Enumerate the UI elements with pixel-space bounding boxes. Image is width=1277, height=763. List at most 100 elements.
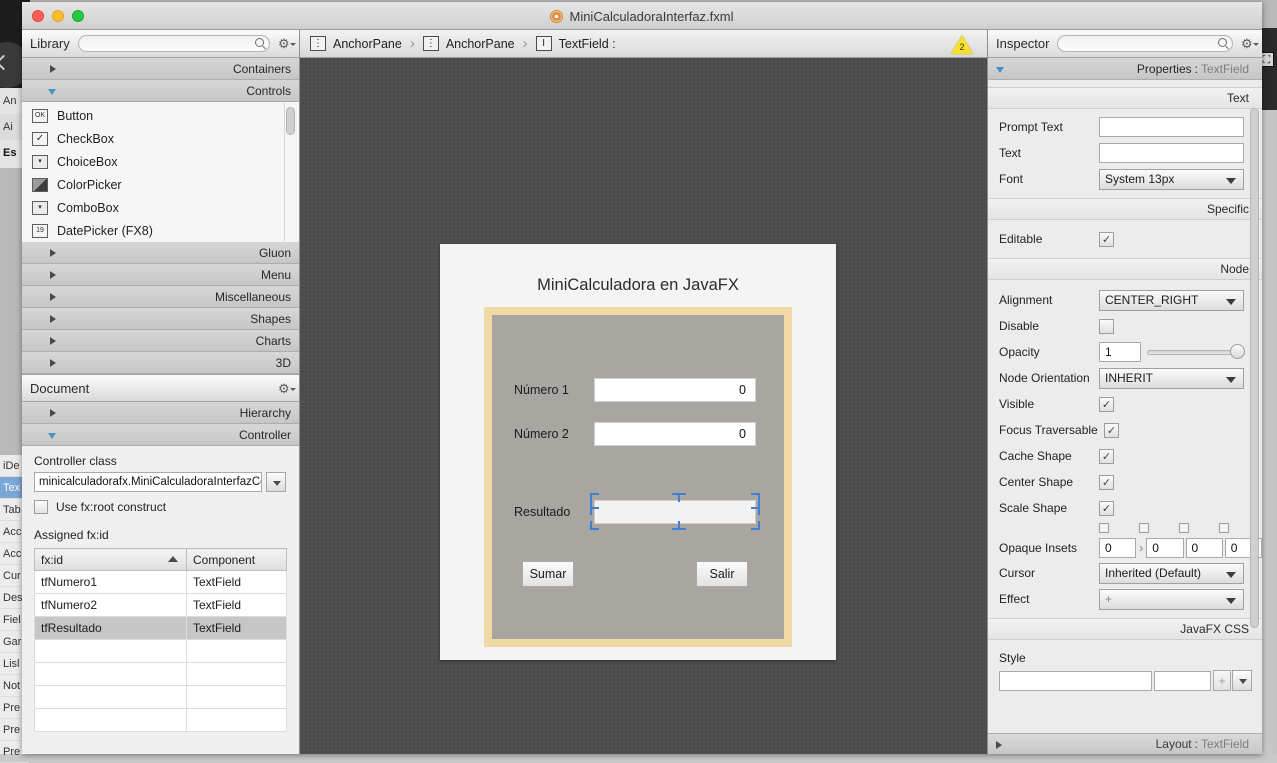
style-dropdown-button[interactable] [1232, 670, 1252, 691]
library-item-datepicker[interactable]: 19 DatePicker (FX8) [22, 219, 299, 242]
table-row[interactable] [35, 640, 287, 663]
library-section-shapes[interactable]: Shapes [22, 308, 299, 330]
cell-fxid: tfNumero2 [35, 594, 187, 617]
opacity-field[interactable]: 1 [1099, 342, 1141, 362]
use-fxroot-checkbox[interactable] [34, 500, 48, 514]
library-section-menu[interactable]: Menu [22, 264, 299, 286]
section-text: Text [988, 87, 1262, 109]
prompt-text-field[interactable] [1099, 117, 1244, 137]
breadcrumb-label: TextField : [559, 37, 616, 51]
resultado-input[interactable] [594, 500, 756, 524]
fxid-column-header[interactable]: fx:id [35, 549, 187, 571]
opaque-inset-0[interactable]: 0 [1099, 538, 1136, 558]
focus-traversable-checkbox[interactable]: ✓ [1104, 423, 1119, 438]
table-row-selected[interactable]: tfResultado TextField [35, 617, 287, 640]
disable-checkbox[interactable] [1099, 319, 1114, 334]
alignment-combo[interactable]: CENTER_RIGHT [1099, 290, 1244, 311]
component-column-header[interactable]: Component [187, 549, 287, 571]
cell-component: TextField [187, 571, 287, 594]
cursor-row: Cursor Inherited (Default) [988, 560, 1262, 586]
library-section-miscellaneous[interactable]: Miscellaneous [22, 286, 299, 308]
cache-shape-checkbox[interactable]: ✓ [1099, 449, 1114, 464]
library-scrollbar[interactable] [286, 107, 295, 135]
library-section-gluon[interactable]: Gluon [22, 242, 299, 264]
style-add-button[interactable]: + [1213, 670, 1231, 691]
inspector-scrollbar[interactable] [1250, 108, 1259, 628]
library-item-button[interactable]: OK Button [22, 104, 299, 127]
opaque-inset-2[interactable]: 0 [1186, 538, 1223, 558]
effect-combo[interactable]: + [1099, 589, 1244, 610]
library-section-charts[interactable]: Charts [22, 330, 299, 352]
style-field[interactable] [999, 671, 1152, 691]
section-text-label: Text [1227, 91, 1249, 105]
opaque-inset-lock-1[interactable] [1139, 523, 1149, 533]
library-section-containers[interactable]: Containers [22, 58, 299, 80]
inspector-layout-section[interactable]: Layout : TextField [988, 733, 1262, 754]
inspector-properties-header[interactable]: Properties : TextField [988, 58, 1262, 80]
opaque-inset-1[interactable]: 0 [1146, 538, 1183, 558]
opaque-inset-lock-0[interactable] [1099, 523, 1109, 533]
library-search-input[interactable] [79, 37, 269, 52]
library-section-controls[interactable]: Controls [22, 80, 299, 102]
document-section-controller-label: Controller [239, 428, 291, 442]
text-field[interactable] [1099, 143, 1244, 163]
table-row[interactable]: tfNumero1 TextField [35, 571, 287, 594]
controller-class-dropdown[interactable] [266, 472, 286, 492]
scenebuilder-window: MiniCalculadoraInterfaz.fxml Library Con… [22, 2, 1262, 754]
scale-shape-checkbox[interactable]: ✓ [1099, 501, 1114, 516]
table-row[interactable] [35, 709, 287, 732]
library-section-3d[interactable]: 3D [22, 352, 299, 374]
document-section-controller[interactable]: Controller [22, 424, 299, 446]
inspector-gear-icon[interactable] [1241, 37, 1254, 50]
breadcrumb-item-textfield[interactable]: I TextField : [536, 36, 616, 51]
breadcrumb-item-anchorpane-1[interactable]: ⋮ AnchorPane [310, 36, 402, 51]
library-item-checkbox[interactable]: CheckBox [22, 127, 299, 150]
library-search[interactable] [78, 35, 270, 52]
sumar-button[interactable]: Sumar [522, 561, 574, 587]
inspector-panel: Inspector Properties : TextField Text Pr… [987, 30, 1262, 754]
breadcrumb-item-anchorpane-2[interactable]: ⋮ AnchorPane [423, 36, 515, 51]
fxid-table[interactable]: fx:id Component tfNumero1 TextField tfNu… [34, 548, 287, 732]
style-value-field[interactable] [1154, 671, 1211, 691]
table-row[interactable]: tfNumero2 TextField [35, 594, 287, 617]
inspector-search[interactable] [1057, 35, 1233, 52]
form-outer-pane[interactable]: Número 1 0 Número 2 0 Resultado [484, 307, 792, 647]
cache-shape-label: Cache Shape [999, 449, 1099, 463]
inspector-search-input[interactable] [1058, 37, 1232, 52]
library-item-combobox[interactable]: ▾ ComboBox [22, 196, 299, 219]
chevron-down-icon [48, 433, 56, 439]
library-gear-icon[interactable] [278, 37, 291, 50]
warning-triangle-icon[interactable]: 2 [951, 35, 973, 54]
form-stage[interactable]: MiniCalculadora en JavaFX Número 1 0 Núm… [440, 244, 836, 660]
visible-checkbox[interactable]: ✓ [1099, 397, 1114, 412]
library-item-colorpicker[interactable]: ColorPicker [22, 173, 299, 196]
node-orientation-combo[interactable]: INHERIT [1099, 368, 1244, 389]
library-item-choicebox[interactable]: ▾ ChoiceBox [22, 150, 299, 173]
breadcrumb-separator: › [410, 35, 415, 52]
editable-checkbox[interactable]: ✓ [1099, 232, 1114, 247]
table-row[interactable] [35, 686, 287, 709]
cursor-combo[interactable]: Inherited (Default) [1099, 563, 1244, 584]
sumar-button-label: Sumar [522, 561, 574, 587]
center-shape-checkbox[interactable]: ✓ [1099, 475, 1114, 490]
ok-button-icon: OK [32, 109, 48, 123]
style-row: + [988, 670, 1262, 691]
library-item-choicebox-label: ChoiceBox [57, 155, 117, 169]
design-canvas[interactable]: MiniCalculadora en JavaFX Número 1 0 Núm… [300, 58, 987, 754]
opaque-inset-lock-2[interactable] [1179, 523, 1189, 533]
numero2-input[interactable]: 0 [594, 422, 756, 446]
font-combo[interactable]: System 13px [1099, 169, 1244, 190]
document-section-hierarchy[interactable]: Hierarchy [22, 402, 299, 424]
library-item-list[interactable]: OK Button CheckBox ▾ ChoiceBox ColorPick… [22, 102, 299, 242]
opaque-inset-lock-3[interactable] [1219, 523, 1229, 533]
salir-button[interactable]: Salir [696, 561, 748, 587]
table-row[interactable] [35, 663, 287, 686]
document-gear-icon[interactable] [278, 382, 291, 395]
resultado-label: Resultado [514, 505, 594, 519]
controller-class-input[interactable]: minicalculadorafx.MiniCalculadoraInterfa… [34, 472, 262, 492]
breadcrumb-label: AnchorPane [333, 37, 402, 51]
numero1-input[interactable]: 0 [594, 378, 756, 402]
form-inner-pane[interactable]: Número 1 0 Número 2 0 Resultado [492, 315, 784, 639]
opacity-slider[interactable] [1147, 342, 1245, 362]
prompt-text-row: Prompt Text [988, 114, 1262, 140]
